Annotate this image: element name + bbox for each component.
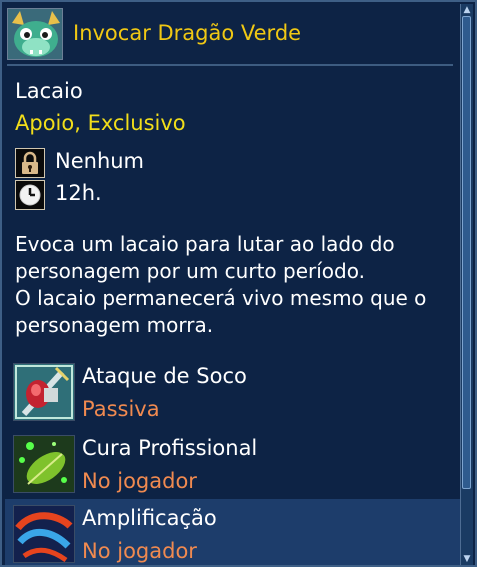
stat-clock-value: 12h. [55, 181, 102, 205]
description-line: personagem por um curto período. [15, 259, 365, 283]
green-dragon-icon [7, 8, 63, 60]
punch-attack-icon [13, 363, 75, 421]
scroll-thumb[interactable] [462, 16, 471, 489]
skill-type: No jogador [82, 539, 197, 563]
tooltip-header: Invocar Dragão Verde [7, 8, 455, 60]
skill-type: No jogador [82, 469, 197, 493]
skill-tooltip: Invocar Dragão Verde Lacaio Apoio, Exclu… [0, 0, 477, 567]
skill-row-amplify[interactable]: Amplificação No jogador [5, 499, 461, 565]
category-label: Lacaio [15, 79, 83, 103]
description-line: O lacaio permanecerá vivo mesmo que o [15, 286, 427, 310]
amplify-swirl-icon [13, 505, 75, 563]
stat-lock-value: Nenhum [55, 149, 145, 173]
skill-row-punch[interactable]: Ataque de Soco Passiva [5, 357, 461, 427]
clock-icon [15, 180, 45, 210]
skill-type: Passiva [82, 397, 160, 421]
tags-label: Apoio, Exclusivo [15, 111, 186, 135]
description: Evoca um lacaio para lutar ao lado do pe… [15, 231, 455, 339]
scroll-down-icon[interactable]: ▼ [462, 554, 472, 564]
scroll-up-icon[interactable]: ▲ [462, 5, 472, 15]
description-line: personagem morra. [15, 313, 214, 337]
lock-icon [15, 148, 45, 178]
scrollbar[interactable]: ▲ ▼ [460, 4, 473, 565]
heal-leaf-icon [13, 435, 75, 493]
tooltip-title: Invocar Dragão Verde [73, 21, 302, 45]
skill-row-heal[interactable]: Cura Profissional No jogador [5, 429, 461, 499]
skill-name: Amplificação [82, 506, 217, 530]
description-line: Evoca um lacaio para lutar ao lado do [15, 232, 395, 256]
header-divider [7, 64, 453, 66]
skill-name: Ataque de Soco [82, 364, 247, 388]
skill-name: Cura Profissional [82, 436, 258, 460]
